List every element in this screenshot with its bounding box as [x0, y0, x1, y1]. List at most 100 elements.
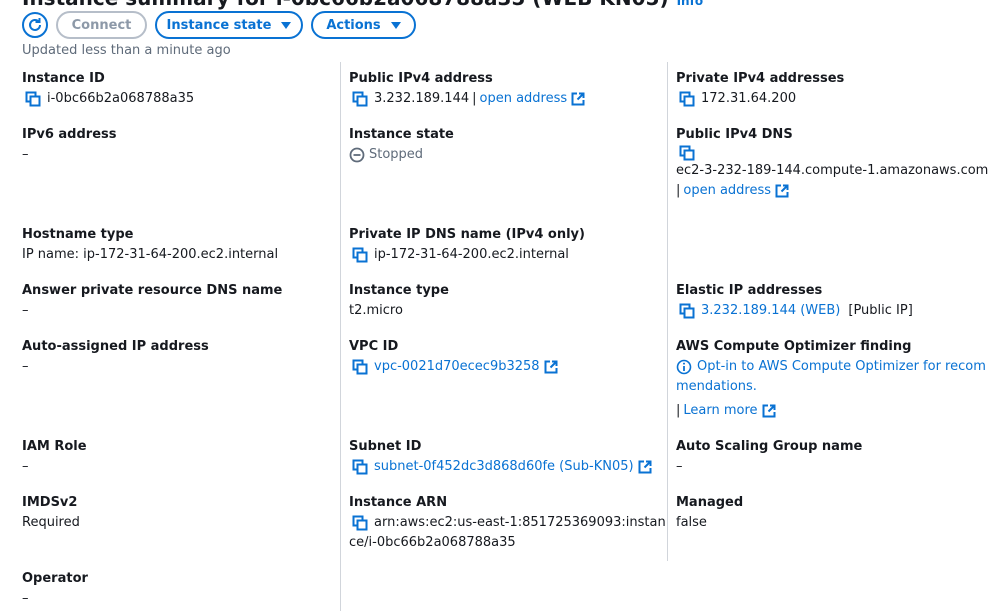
field-elastic-ip: Elastic IP addresses 3.232.189.144 (WEB)… — [676, 281, 913, 321]
separator: | — [676, 403, 681, 418]
public-dns-value: ec2-3-232-189-144.compute-1.amazonaws.co… — [676, 163, 989, 178]
open-address-link[interactable]: open address — [480, 89, 568, 109]
managed-value: false — [676, 515, 707, 530]
toolbar: Connect Instance state Actions — [22, 11, 416, 39]
external-link-icon[interactable] — [638, 460, 652, 474]
instance-state-value: Stopped — [369, 147, 424, 162]
field-label: Elastic IP addresses — [676, 283, 823, 298]
stopped-status-icon — [349, 147, 365, 163]
field-label: Private IPv4 addresses — [676, 71, 845, 86]
field-label: Hostname type — [22, 227, 134, 242]
field-answer-dns: Answer private resource DNS name – — [22, 281, 282, 321]
field-label: Auto Scaling Group name — [676, 439, 863, 454]
field-auto-scaling-group: Auto Scaling Group name – — [676, 437, 862, 477]
separator: | — [472, 91, 477, 106]
page-title: Instance summary for i-0bc66b2a068788a35… — [22, 0, 703, 10]
field-label: Private IP DNS name (IPv4 only) — [349, 227, 585, 242]
updated-timestamp: Updated less than a minute ago — [22, 43, 231, 58]
external-link-icon[interactable] — [775, 184, 789, 198]
connect-label: Connect — [71, 17, 132, 33]
refresh-icon — [29, 18, 41, 31]
private-dns-value: ip-172-31-64-200.ec2.internal — [374, 247, 569, 262]
field-instance-id: Instance ID i-0bc66b2a068788a35 — [22, 69, 194, 109]
instance-id-value: i-0bc66b2a068788a35 — [47, 91, 195, 106]
public-ipv4-value: 3.232.189.144 — [374, 91, 470, 106]
answer-dns-value: – — [22, 303, 29, 318]
instance-state-button[interactable]: Instance state — [155, 11, 303, 39]
copy-icon[interactable] — [352, 359, 368, 375]
learn-more-link[interactable]: Learn more — [683, 401, 757, 421]
field-subnet-id: Subnet ID subnet-0f452dc3d868d60fe (Sub-… — [349, 437, 652, 477]
field-operator: Operator – — [22, 569, 88, 609]
field-private-dns: Private IP DNS name (IPv4 only) ip-172-3… — [349, 225, 585, 265]
field-label: IAM Role — [22, 439, 87, 454]
field-label: Instance ID — [22, 71, 105, 86]
iam-role-value: – — [22, 459, 29, 474]
hostname-type-value: IP name: ip-172-31-64-200.ec2.internal — [22, 247, 279, 262]
field-public-dns: Public IPv4 DNS ec2-3-232-189-144.comput… — [676, 125, 988, 201]
copy-icon[interactable] — [679, 91, 695, 107]
info-link[interactable]: Info — [677, 0, 703, 8]
info-circle-icon — [676, 359, 692, 375]
field-managed: Managed false — [676, 493, 743, 533]
optimizer-opt-in-link-continued[interactable]: mendations. — [676, 377, 991, 397]
copy-icon[interactable] — [679, 145, 695, 161]
field-private-ipv4: Private IPv4 addresses 172.31.64.200 — [676, 69, 844, 109]
external-link-icon[interactable] — [571, 92, 585, 106]
separator: | — [676, 183, 681, 198]
field-imdsv2: IMDSv2 Required — [22, 493, 80, 533]
field-instance-arn: Instance ARN arn:aws:ec2:us-east-1:85172… — [349, 493, 666, 553]
external-link-icon[interactable] — [544, 360, 558, 374]
imdsv2-value: Required — [22, 515, 80, 530]
field-label: IMDSv2 — [22, 495, 78, 510]
column-divider — [340, 62, 341, 611]
field-label: Public IPv4 address — [349, 71, 493, 86]
field-label: Instance type — [349, 283, 449, 298]
copy-icon[interactable] — [352, 91, 368, 107]
field-label: Instance state — [349, 127, 454, 142]
caret-down-icon — [390, 21, 401, 29]
instance-arn-value-line1: arn:aws:ec2:us-east-1:851725369093:insta… — [374, 515, 666, 530]
copy-icon[interactable] — [25, 91, 41, 107]
refresh-button[interactable] — [22, 12, 48, 38]
instance-arn-value-line2: ce/i-0bc66b2a068788a35 — [349, 535, 516, 550]
field-label: IPv6 address — [22, 127, 117, 142]
field-label: Operator — [22, 571, 88, 586]
connect-button[interactable]: Connect — [56, 11, 147, 39]
auto-ip-value: – — [22, 359, 29, 374]
field-label: Managed — [676, 495, 744, 510]
elastic-ip-link[interactable]: 3.232.189.144 (WEB) — [701, 301, 840, 321]
field-label: Auto-assigned IP address — [22, 339, 209, 354]
field-compute-optimizer: AWS Compute Optimizer finding Opt-in to … — [676, 337, 991, 421]
field-label: AWS Compute Optimizer finding — [676, 339, 912, 354]
open-address-link[interactable]: open address — [683, 181, 771, 201]
copy-icon[interactable] — [679, 303, 695, 319]
field-auto-ip: Auto-assigned IP address – — [22, 337, 209, 377]
instance-type-value: t2.micro — [349, 303, 403, 318]
field-public-ipv4: Public IPv4 address 3.232.189.144 | open… — [349, 69, 585, 109]
field-label: VPC ID — [349, 339, 399, 354]
copy-icon[interactable] — [352, 515, 368, 531]
private-ipv4-value: 172.31.64.200 — [701, 91, 797, 106]
page-title-text: Instance summary for i-0bc66b2a068788a35… — [22, 0, 669, 10]
field-instance-type: Instance type t2.micro — [349, 281, 449, 321]
auto-scaling-group-value: – — [676, 459, 683, 474]
operator-value: – — [22, 591, 29, 606]
field-hostname-type: Hostname type IP name: ip-172-31-64-200.… — [22, 225, 278, 265]
copy-icon[interactable] — [352, 459, 368, 475]
field-label: Public IPv4 DNS — [676, 127, 793, 142]
field-iam-role: IAM Role – — [22, 437, 87, 477]
external-link-icon[interactable] — [762, 404, 776, 418]
ipv6-value: – — [22, 147, 29, 162]
field-vpc-id: VPC ID vpc-0021d70ecec9b3258 — [349, 337, 558, 377]
elastic-ip-type: [Public IP] — [848, 303, 913, 318]
instance-state-label: Instance state — [166, 17, 272, 33]
copy-icon[interactable] — [352, 247, 368, 263]
vpc-id-link[interactable]: vpc-0021d70ecec9b3258 — [374, 357, 540, 377]
actions-button[interactable]: Actions — [311, 11, 416, 39]
subnet-id-link[interactable]: subnet-0f452dc3d868d60fe (Sub-KN05) — [374, 457, 634, 477]
optimizer-opt-in-link[interactable]: Opt-in to AWS Compute Optimizer for reco… — [697, 357, 986, 377]
field-instance-state: Instance state Stopped — [349, 125, 454, 165]
caret-down-icon — [281, 21, 292, 29]
field-label: Instance ARN — [349, 495, 448, 510]
